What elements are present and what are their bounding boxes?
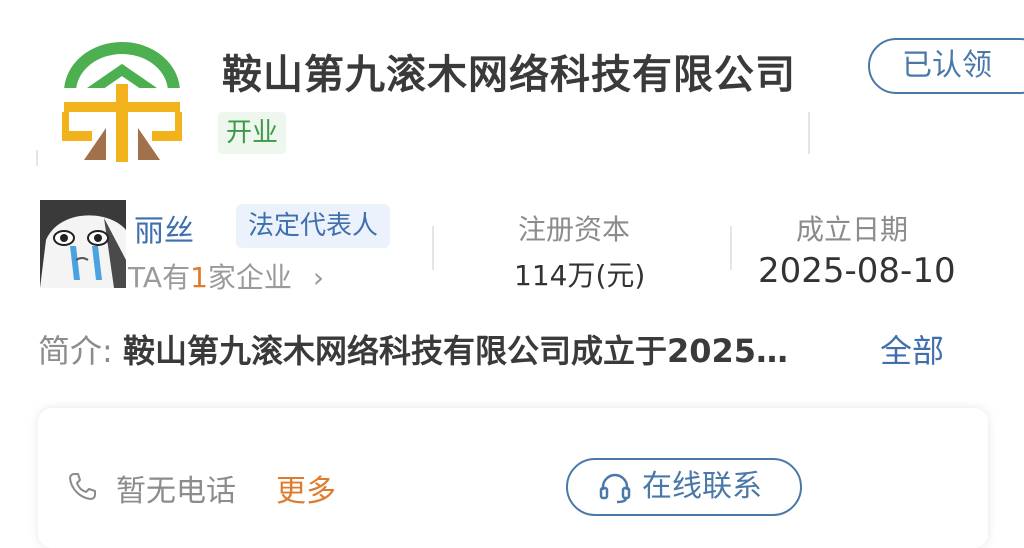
companies-count: 1 bbox=[190, 261, 208, 294]
company-name: 鞍山第九滚木网络科技有限公司 bbox=[222, 52, 796, 98]
companies-prefix: TA有 bbox=[128, 261, 191, 294]
phone-icon bbox=[69, 473, 96, 500]
claimed-button[interactable]: 已认领 bbox=[868, 38, 1024, 94]
companies-suffix: 家企业 bbox=[207, 261, 292, 294]
more-contacts-link[interactable]: 更多 bbox=[276, 466, 336, 510]
intro-text: 鞍山第九滚木网络科技有限公司成立于2025… bbox=[122, 332, 789, 370]
representative-name[interactable]: 丽丝 bbox=[134, 206, 194, 250]
online-contact-button[interactable]: 在线联系 bbox=[566, 458, 802, 516]
representative-role-badge: 法定代表人 bbox=[236, 204, 391, 248]
header-divider bbox=[808, 112, 810, 154]
status-badge: 开业 bbox=[218, 112, 287, 154]
chevron-right-icon: › bbox=[312, 261, 325, 294]
representative-companies-link[interactable]: TA有1家企业 › bbox=[128, 256, 324, 296]
header-divider bbox=[36, 150, 38, 166]
online-contact-label: 在线联系 bbox=[642, 469, 762, 504]
intro-all-link[interactable]: 全部 bbox=[880, 326, 944, 372]
company-logo-icon bbox=[59, 42, 185, 162]
registered-capital-label: 注册资本 bbox=[518, 213, 631, 246]
established-label: 成立日期 bbox=[796, 213, 909, 246]
avatar[interactable] bbox=[40, 200, 126, 288]
headset-icon bbox=[599, 473, 631, 504]
stat-divider bbox=[432, 226, 434, 270]
established-value: 2025-08-10 bbox=[758, 251, 956, 291]
stat-divider bbox=[730, 226, 732, 270]
phone-status: 暂无电话 bbox=[116, 474, 236, 509]
intro-label: 简介: bbox=[38, 332, 113, 370]
company-intro: 简介: 鞍山第九滚木网络科技有限公司成立于2025… bbox=[38, 326, 788, 372]
registered-capital-value: 114万(元) bbox=[514, 259, 646, 292]
avatar-illustration bbox=[40, 200, 126, 288]
company-logo bbox=[59, 40, 185, 162]
